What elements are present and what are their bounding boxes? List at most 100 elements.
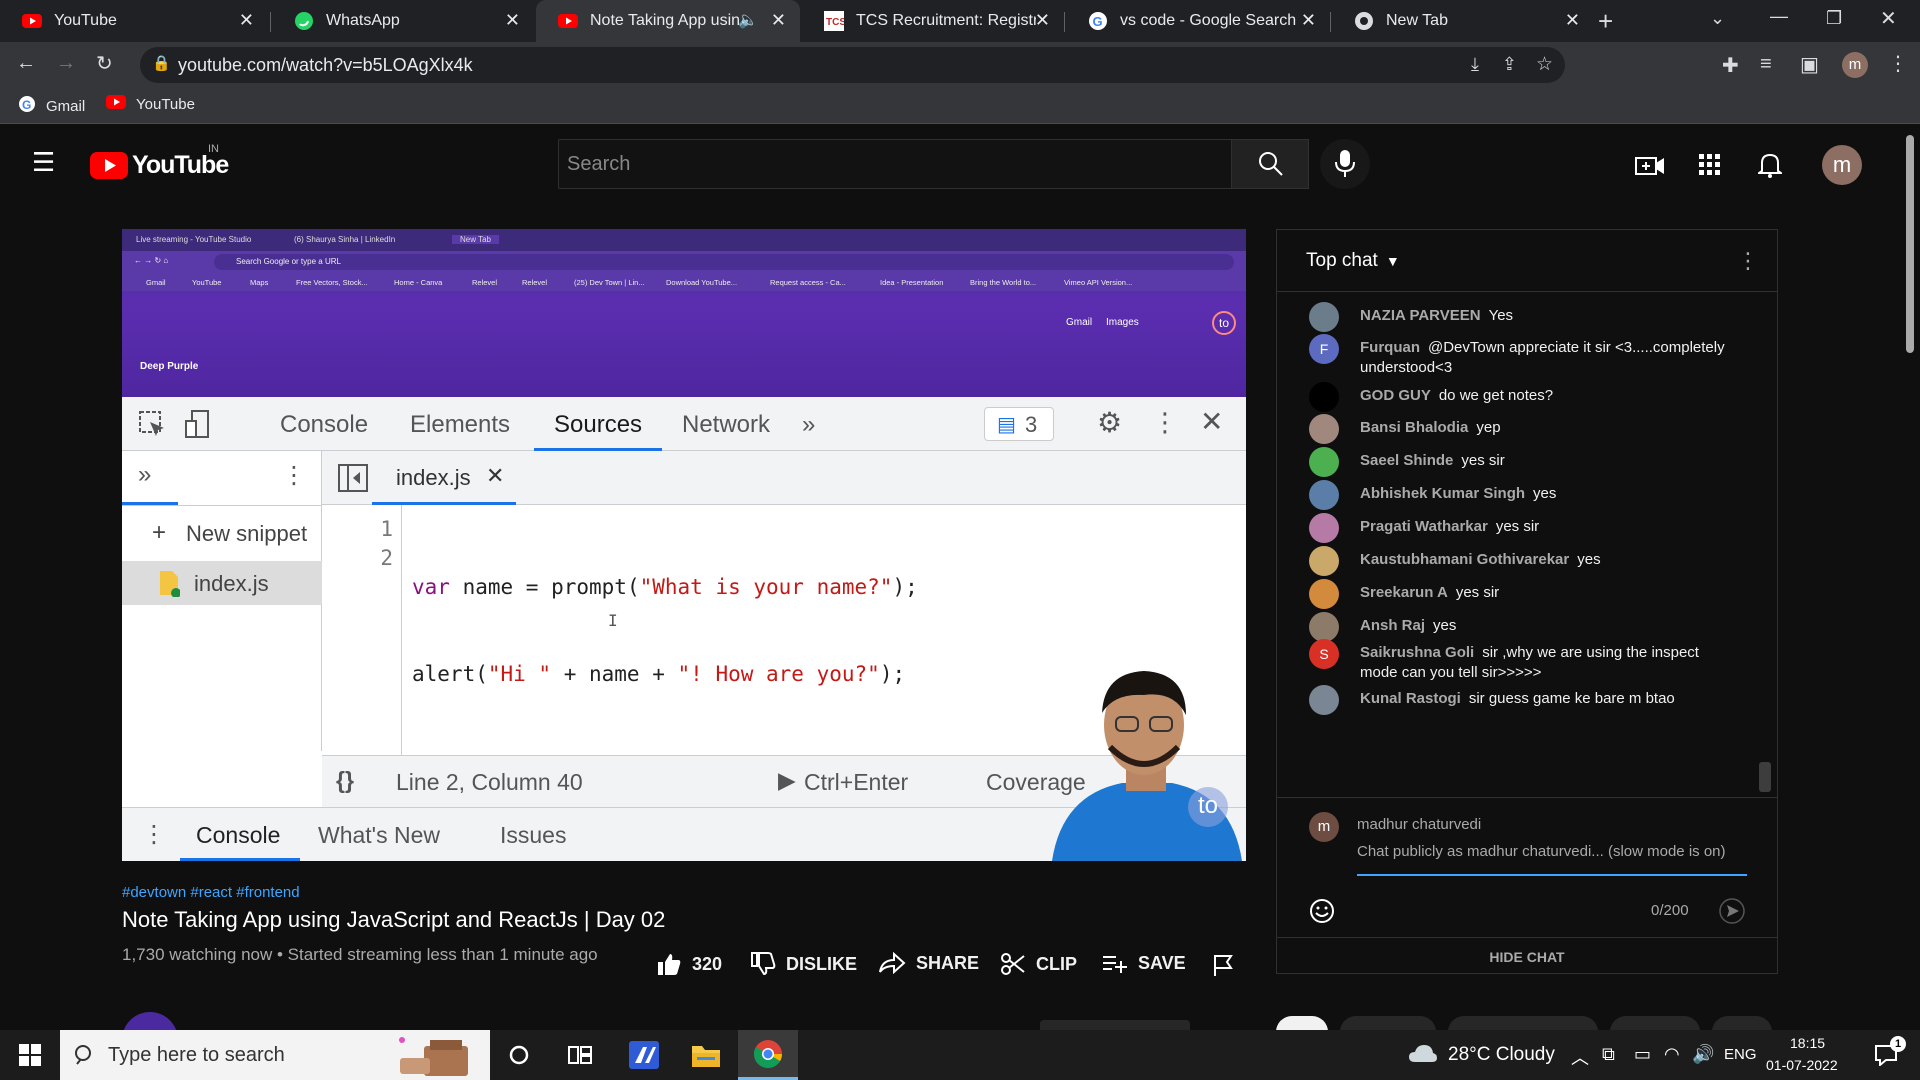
chat-author-avatar[interactable] xyxy=(1309,480,1339,510)
notifications-bell-icon[interactable] xyxy=(1758,152,1782,178)
close-tab-icon[interactable]: ✕ xyxy=(1035,10,1050,31)
chat-author-name[interactable]: Saeel Shinde xyxy=(1360,452,1453,469)
chat-mode-dropdown[interactable]: Top chat ▼ xyxy=(1306,250,1400,272)
chat-author-name[interactable]: NAZIA PARVEEN xyxy=(1360,307,1481,324)
close-tab-icon[interactable]: ✕ xyxy=(239,10,254,31)
url-text[interactable]: youtube.com/watch?v=b5LOAgXlx4k xyxy=(178,55,473,76)
chat-author-avatar[interactable] xyxy=(1309,612,1339,642)
chat-author-avatar[interactable] xyxy=(1309,579,1339,609)
clip-button[interactable]: CLIP xyxy=(1000,952,1077,976)
browser-tab-whatsapp[interactable]: WhatsApp ✕ xyxy=(272,0,534,42)
taskbar-app-file-explorer[interactable] xyxy=(676,1030,736,1080)
new-tab-icon[interactable]: + xyxy=(1598,6,1613,37)
share-button[interactable]: SHARE xyxy=(878,952,979,974)
cortana-icon[interactable] xyxy=(508,1044,530,1066)
browser-tab-new-tab[interactable]: New Tab ✕ xyxy=(1332,0,1594,42)
apps-grid-icon[interactable] xyxy=(1699,154,1721,176)
chat-author-avatar[interactable] xyxy=(1309,685,1339,715)
bookmark-gmail[interactable]: G Gmail xyxy=(18,95,85,117)
address-bar[interactable]: 🔒 youtube.com/watch?v=b5LOAgXlx4k ⤓ ⇪ ☆ xyxy=(140,47,1565,83)
dislike-button[interactable]: DISLIKE xyxy=(750,952,857,976)
browser-tab-tcs[interactable]: TCS TCS Recruitment: Registrati ✕ xyxy=(802,0,1064,42)
taskbar-search-box[interactable]: Type here to search xyxy=(60,1030,490,1080)
hamburger-menu-icon[interactable]: ☰ xyxy=(32,147,55,178)
media-control-icon[interactable]: ≡ xyxy=(1760,53,1772,76)
search-button[interactable] xyxy=(1231,139,1309,189)
search-input[interactable]: Search xyxy=(558,139,1232,189)
weather-text[interactable]: 28°C Cloudy xyxy=(1448,1044,1555,1066)
volume-icon[interactable]: 🔊 xyxy=(1692,1044,1714,1065)
menu-kebab-icon[interactable]: ⋮ xyxy=(1888,51,1908,76)
chat-author-name[interactable]: Abhishek Kumar Singh xyxy=(1360,485,1525,502)
chat-author-name[interactable]: Sreekarun A xyxy=(1360,584,1448,601)
install-icon[interactable]: ⤓ xyxy=(1471,54,1479,75)
clock-time[interactable]: 18:15 xyxy=(1790,1035,1825,1051)
taskbar-app-chrome[interactable] xyxy=(738,1030,798,1080)
send-icon[interactable] xyxy=(1719,898,1745,924)
voice-search-button[interactable] xyxy=(1320,139,1370,189)
chat-kebab-icon[interactable]: ⋮ xyxy=(1737,248,1759,274)
chat-author-name[interactable]: Saikrushna Goli xyxy=(1360,644,1474,661)
browser-tab-active-video[interactable]: Note Taking App using 🔈 ✕ xyxy=(536,0,800,42)
task-view-icon[interactable] xyxy=(568,1044,592,1066)
restore-icon[interactable]: ❐ xyxy=(1826,8,1842,29)
battery-icon[interactable]: ▭ xyxy=(1634,1044,1651,1065)
chat-author-avatar[interactable] xyxy=(1309,447,1339,477)
page-scrollbar-thumb[interactable] xyxy=(1906,135,1914,353)
chat-author-avatar[interactable]: S xyxy=(1309,639,1339,669)
close-tab-icon[interactable]: ✕ xyxy=(1301,10,1316,31)
emoji-icon[interactable] xyxy=(1309,898,1335,924)
share-icon[interactable]: ⇪ xyxy=(1502,54,1517,75)
like-button[interactable]: 320 xyxy=(656,952,722,976)
chat-author-name[interactable]: Ansh Raj xyxy=(1360,617,1425,634)
chat-author-avatar[interactable]: F xyxy=(1309,334,1339,364)
chat-author-name[interactable]: Furquan xyxy=(1360,339,1420,356)
back-arrow-icon[interactable]: ← xyxy=(16,52,36,75)
video-player[interactable]: Live streaming - YouTube Studio (6) Shau… xyxy=(122,229,1246,861)
create-video-icon[interactable] xyxy=(1635,155,1665,177)
speaker-icon[interactable]: 🔈 xyxy=(738,10,758,30)
chat-author-name[interactable]: Kunal Rastogi xyxy=(1360,690,1461,707)
extensions-puzzle-icon[interactable]: ✚ xyxy=(1722,53,1739,78)
bookmark-youtube[interactable]: YouTube xyxy=(106,95,195,113)
account-avatar[interactable]: m xyxy=(1822,145,1862,185)
language-indicator[interactable]: ENG xyxy=(1724,1046,1757,1063)
chat-author-name[interactable]: Kaustubhamani Gothivarekar xyxy=(1360,551,1569,568)
profile-avatar[interactable]: m xyxy=(1842,52,1868,78)
chat-message-input[interactable]: Chat publicly as madhur chaturvedi... (s… xyxy=(1357,842,1747,876)
chat-author-name[interactable]: GOD GUY xyxy=(1360,387,1431,404)
tray-device-icon[interactable]: ⧉ xyxy=(1602,1044,1615,1065)
page-scrollbar[interactable] xyxy=(1900,125,1920,1030)
chat-author-avatar[interactable] xyxy=(1309,546,1339,576)
chat-author-name[interactable]: Bansi Bhalodia xyxy=(1360,419,1468,436)
taskbar-app-editor[interactable] xyxy=(614,1030,674,1080)
wifi-icon[interactable]: ◠ xyxy=(1664,1044,1680,1065)
clock-date[interactable]: 01-07-2022 xyxy=(1766,1057,1838,1073)
chat-scrollbar-thumb[interactable] xyxy=(1759,762,1771,792)
forward-arrow-icon[interactable]: → xyxy=(56,52,76,75)
chat-author-name[interactable]: Pragati Watharkar xyxy=(1360,518,1488,535)
close-tab-icon[interactable]: ✕ xyxy=(771,10,786,31)
bookmark-star-icon[interactable]: ☆ xyxy=(1536,53,1553,76)
cloud-weather-icon[interactable] xyxy=(1408,1042,1438,1064)
save-button[interactable]: SAVE xyxy=(1102,952,1186,974)
youtube-logo[interactable]: YouTube IN xyxy=(90,143,229,180)
chat-author-avatar[interactable] xyxy=(1309,414,1339,444)
browser-tab-youtube[interactable]: YouTube ✕ xyxy=(0,0,268,42)
video-hashtags[interactable]: #devtown #react #frontend xyxy=(122,884,1252,901)
hide-chat-button[interactable]: HIDE CHAT xyxy=(1277,937,1777,975)
close-tab-icon[interactable]: ✕ xyxy=(505,10,520,31)
tray-chevron-up-icon[interactable]: ︿ xyxy=(1571,1044,1589,1070)
close-window-icon[interactable]: ✕ xyxy=(1880,6,1897,31)
browser-tab-google-search[interactable]: G vs code - Google Search ✕ xyxy=(1066,0,1330,42)
reload-icon[interactable]: ↻ xyxy=(96,51,113,76)
tab-search-chevron-icon[interactable]: ⌄ xyxy=(1710,8,1725,29)
chat-author-avatar[interactable] xyxy=(1309,302,1339,332)
windows-start-icon[interactable] xyxy=(19,1044,41,1066)
report-flag-icon[interactable] xyxy=(1212,953,1234,977)
minimize-icon[interactable]: — xyxy=(1770,6,1788,27)
chat-author-avatar[interactable] xyxy=(1309,382,1339,412)
side-panel-icon[interactable]: ▣ xyxy=(1800,52,1819,77)
close-tab-icon[interactable]: ✕ xyxy=(1565,10,1580,31)
chat-author-avatar[interactable] xyxy=(1309,513,1339,543)
